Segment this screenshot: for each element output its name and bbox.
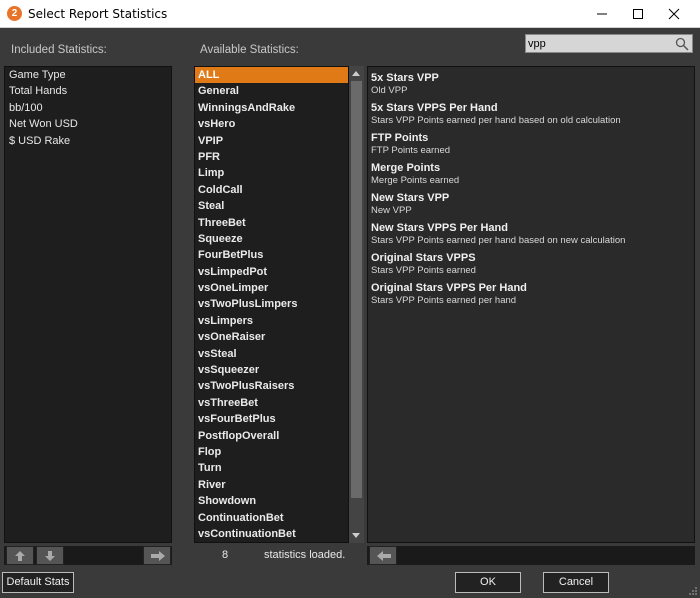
description-entry[interactable]: 5x Stars VPP Old VPP — [368, 71, 694, 97]
description-subtitle: Stars VPP Points earned per hand based o… — [371, 235, 626, 246]
search-icon[interactable] — [675, 37, 689, 51]
available-stat-item[interactable]: ColdCall — [195, 182, 348, 198]
minimize-button[interactable] — [584, 0, 620, 28]
scroll-up-arrow[interactable] — [352, 71, 360, 76]
available-stat-item[interactable]: ALL — [195, 67, 348, 84]
description-entry[interactable]: New Stars VPP New VPP — [368, 191, 694, 217]
description-entry[interactable]: FTP Points FTP Points earned — [368, 131, 694, 157]
available-stat-item[interactable]: Turn — [195, 460, 348, 476]
included-header: Included Statistics: — [11, 44, 107, 56]
available-stat-item[interactable]: Showdown — [195, 493, 348, 509]
add-stat-button[interactable] — [143, 546, 171, 565]
description-title: New Stars VPPS Per Hand — [371, 222, 508, 234]
available-header: Available Statistics: — [200, 44, 299, 56]
description-title: Original Stars VPPS — [371, 252, 476, 264]
description-title: 5x Stars VPPS Per Hand — [371, 102, 498, 114]
description-entry[interactable]: Merge Points Merge Points earned — [368, 161, 694, 187]
arrow-right-icon — [151, 551, 165, 561]
available-stat-item[interactable]: vsSqueezer — [195, 362, 348, 378]
arrow-down-icon — [45, 551, 55, 561]
available-stat-item[interactable]: vsHero — [195, 116, 348, 132]
available-stat-item[interactable]: vsContinuationBet — [195, 526, 348, 542]
app-logo-icon: 2 — [7, 6, 22, 21]
description-title: 5x Stars VPP — [371, 72, 439, 84]
description-list[interactable]: 5x Stars VPP Old VPP 5x Stars VPPS Per Han… — [367, 66, 695, 543]
arrow-left-icon — [377, 551, 391, 561]
description-subtitle: Stars VPP Points earned — [371, 265, 476, 276]
cancel-button[interactable]: Cancel — [543, 572, 609, 593]
available-stat-item[interactable]: ContinuationBet — [195, 510, 348, 526]
available-stat-item[interactable]: vsFourBetPlus — [195, 411, 348, 427]
maximize-button[interactable] — [620, 0, 656, 28]
scroll-down-arrow[interactable] — [352, 533, 360, 538]
close-icon — [668, 8, 680, 20]
included-stat-item[interactable]: Game Type — [5, 67, 171, 83]
available-stat-item[interactable]: VPIP — [195, 133, 348, 149]
included-stat-item[interactable]: bb/100 — [5, 100, 171, 116]
available-stat-item[interactable]: WinningsAndRake — [195, 100, 348, 116]
default-stats-button[interactable]: Default Stats — [2, 572, 74, 593]
window-title: Select Report Statistics — [28, 7, 168, 21]
arrow-up-icon — [15, 551, 25, 561]
available-stat-item[interactable]: vsSteal — [195, 346, 348, 362]
description-title: New Stars VPP — [371, 192, 450, 204]
available-list[interactable]: ALL General WinningsAndRake vsHero VPIP PFR Li… — [194, 66, 349, 543]
available-stat-item[interactable]: vsLimpedPot — [195, 264, 348, 280]
resize-grip-icon[interactable] — [688, 586, 698, 596]
included-stat-item[interactable]: $ USD Rake — [5, 133, 171, 149]
available-stat-item[interactable]: Squeeze — [195, 231, 348, 247]
available-stat-item[interactable]: vsLimpers — [195, 313, 348, 329]
available-stat-item[interactable]: FourBetPlus — [195, 247, 348, 263]
included-stat-item[interactable]: Total Hands — [5, 83, 171, 99]
description-subtitle: New VPP — [371, 205, 412, 216]
search-box[interactable] — [525, 34, 693, 53]
available-stat-item[interactable]: Steal — [195, 198, 348, 214]
title-bar: 2 Select Report Statistics — [0, 0, 700, 28]
scroll-thumb[interactable] — [351, 81, 362, 498]
included-stat-item[interactable]: Net Won USD — [5, 116, 171, 132]
description-subtitle: Old VPP — [371, 85, 408, 96]
description-title: Original Stars VPPS Per Hand — [371, 282, 527, 294]
available-stat-item[interactable]: River — [195, 477, 348, 493]
description-subtitle: Stars VPP Points earned per hand — [371, 295, 517, 306]
available-stat-item[interactable]: vsThreeBet — [195, 395, 348, 411]
stats-count-label: statistics loaded. — [264, 549, 346, 561]
remove-stat-button[interactable] — [369, 546, 397, 565]
available-stat-item[interactable]: PostflopOverall — [195, 428, 348, 444]
description-subtitle: Merge Points earned — [371, 175, 460, 186]
maximize-icon — [633, 9, 643, 19]
included-list[interactable]: Game Type Total Hands bb/100 Net Won USD $ U… — [4, 66, 172, 543]
description-entry[interactable]: 5x Stars VPPS Per Hand Stars VPP Points e… — [368, 101, 694, 127]
description-entry[interactable]: New Stars VPPS Per Hand Stars VPP Points … — [368, 221, 694, 247]
description-title: FTP Points — [371, 132, 429, 144]
available-stat-item[interactable]: PFR — [195, 149, 348, 165]
minimize-icon — [597, 13, 607, 15]
available-stat-item[interactable]: vsOneLimper — [195, 280, 348, 296]
available-stat-item[interactable]: vsOneRaiser — [195, 329, 348, 345]
description-title: Merge Points — [371, 162, 441, 174]
description-toolbar — [367, 546, 695, 565]
move-up-button[interactable] — [6, 546, 34, 565]
available-stat-item[interactable]: Flop — [195, 444, 348, 460]
available-stat-item[interactable]: ThreeBet — [195, 215, 348, 231]
move-down-button[interactable] — [36, 546, 64, 565]
description-subtitle: Stars VPP Points earned per hand based o… — [371, 115, 621, 126]
available-stat-item[interactable]: Limp — [195, 165, 348, 181]
stats-count: 8 — [222, 549, 229, 561]
ok-button[interactable]: OK — [455, 572, 521, 593]
available-stat-item[interactable]: General — [195, 83, 348, 99]
search-input[interactable] — [528, 36, 668, 51]
available-stat-item[interactable]: vsTwoPlusRaisers — [195, 378, 348, 394]
available-stat-item[interactable]: vsTwoPlusLimpers — [195, 296, 348, 312]
available-scrollbar[interactable] — [349, 66, 364, 543]
close-button[interactable] — [656, 0, 692, 28]
description-subtitle: FTP Points earned — [371, 145, 451, 156]
description-entry[interactable]: Original Stars VPPS Per Hand Stars VPP Po… — [368, 281, 694, 307]
description-entry[interactable]: Original Stars VPPS Stars VPP Points earn… — [368, 251, 694, 277]
